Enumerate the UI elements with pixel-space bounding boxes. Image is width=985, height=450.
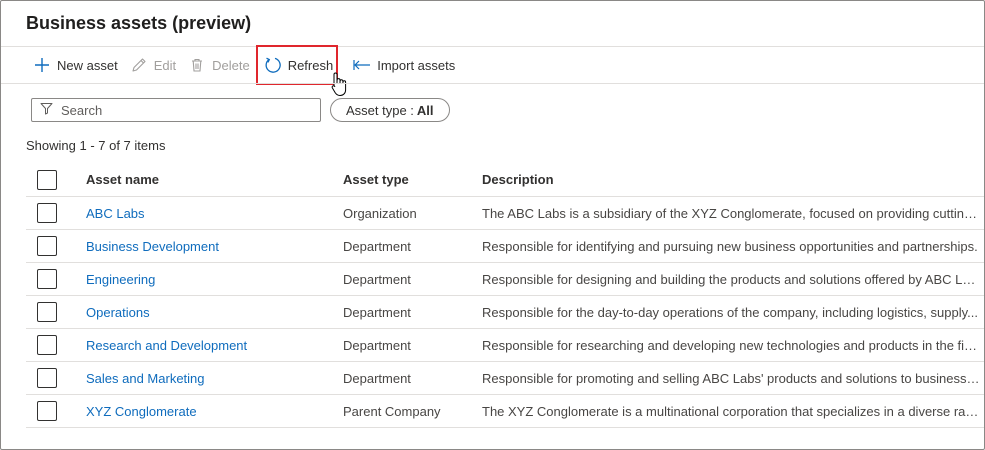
row-checkbox[interactable]: [37, 236, 57, 256]
asset-name-link[interactable]: ABC Labs: [86, 206, 145, 221]
column-header-asset-type[interactable]: Asset type: [343, 163, 473, 196]
business-assets-panel: Business assets (preview) New asset Edit…: [0, 0, 985, 450]
table-header: Asset name Asset type Description: [26, 163, 984, 197]
import-assets-label: Import assets: [377, 57, 456, 73]
asset-type-filter-label: Asset type :: [346, 102, 414, 118]
search-input[interactable]: [61, 102, 301, 118]
table-row[interactable]: Business Development Department Responsi…: [26, 230, 984, 263]
item-count: Showing 1 - 7 of 7 items: [26, 138, 166, 153]
description-cell: Responsible for researching and developi…: [482, 337, 980, 353]
asset-type-cell: Department: [343, 238, 411, 254]
row-checkbox[interactable]: [37, 203, 57, 223]
edit-button[interactable]: Edit: [124, 47, 182, 83]
row-checkbox[interactable]: [37, 302, 57, 322]
description-cell: Responsible for identifying and pursuing…: [482, 238, 978, 254]
table-row[interactable]: Sales and Marketing Department Responsib…: [26, 362, 984, 395]
asset-name-link[interactable]: Research and Development: [86, 338, 247, 353]
refresh-label: Refresh: [287, 57, 334, 73]
description-cell: Responsible for promoting and selling AB…: [482, 370, 980, 386]
asset-name-link[interactable]: Engineering: [86, 272, 155, 287]
pencil-icon: [130, 56, 148, 74]
import-assets-button[interactable]: Import assets: [347, 47, 461, 83]
trash-icon: [188, 56, 206, 74]
asset-type-cell: Department: [343, 304, 411, 320]
refresh-button[interactable]: Refresh: [255, 45, 342, 85]
asset-type-cell: Department: [343, 337, 411, 353]
table-row[interactable]: ABC Labs Organization The ABC Labs is a …: [26, 197, 984, 230]
description-cell: Responsible for designing and building t…: [482, 271, 980, 287]
arrow-left-icon: [353, 56, 371, 74]
asset-type-cell: Parent Company: [343, 403, 441, 419]
description-cell: The ABC Labs is a subsidiary of the XYZ …: [482, 205, 980, 221]
page-title: Business assets (preview): [26, 13, 252, 33]
delete-button[interactable]: Delete: [182, 47, 256, 83]
table-row[interactable]: Engineering Department Responsible for d…: [26, 263, 984, 296]
plus-icon: [33, 56, 51, 74]
asset-name-link[interactable]: Sales and Marketing: [86, 371, 205, 386]
asset-type-cell: Department: [343, 370, 411, 386]
command-bar: New asset Edit Delete Refresh Import ass…: [27, 45, 461, 85]
asset-type-filter[interactable]: Asset type : All: [330, 98, 450, 122]
asset-type-cell: Department: [343, 271, 411, 287]
description-cell: The XYZ Conglomerate is a multinational …: [482, 403, 980, 419]
select-all-checkbox[interactable]: [37, 169, 57, 190]
asset-name-link[interactable]: XYZ Conglomerate: [86, 404, 197, 419]
asset-name-link[interactable]: Operations: [86, 305, 150, 320]
new-asset-button[interactable]: New asset: [27, 47, 124, 83]
asset-type-cell: Organization: [343, 205, 417, 221]
edit-label: Edit: [153, 57, 177, 73]
table-row[interactable]: Research and Development Department Resp…: [26, 329, 984, 362]
search-box[interactable]: [31, 98, 321, 122]
filter-icon: [40, 102, 53, 118]
delete-label: Delete: [212, 57, 250, 73]
divider: [1, 83, 984, 84]
table-row[interactable]: XYZ Conglomerate Parent Company The XYZ …: [26, 395, 984, 428]
column-header-description[interactable]: Description: [482, 163, 980, 196]
row-checkbox[interactable]: [37, 335, 57, 355]
asset-type-filter-value: All: [416, 102, 434, 118]
row-checkbox[interactable]: [37, 269, 57, 289]
table-row[interactable]: Operations Department Responsible for th…: [26, 296, 984, 329]
new-asset-label: New asset: [57, 57, 118, 73]
column-header-asset-name[interactable]: Asset name: [86, 163, 336, 196]
refresh-icon: [264, 56, 282, 74]
description-cell: Responsible for the day-to-day operation…: [482, 304, 978, 320]
row-checkbox[interactable]: [37, 401, 57, 421]
row-checkbox[interactable]: [37, 368, 57, 388]
assets-table: Asset name Asset type Description ABC La…: [26, 163, 984, 428]
asset-name-link[interactable]: Business Development: [86, 239, 219, 254]
